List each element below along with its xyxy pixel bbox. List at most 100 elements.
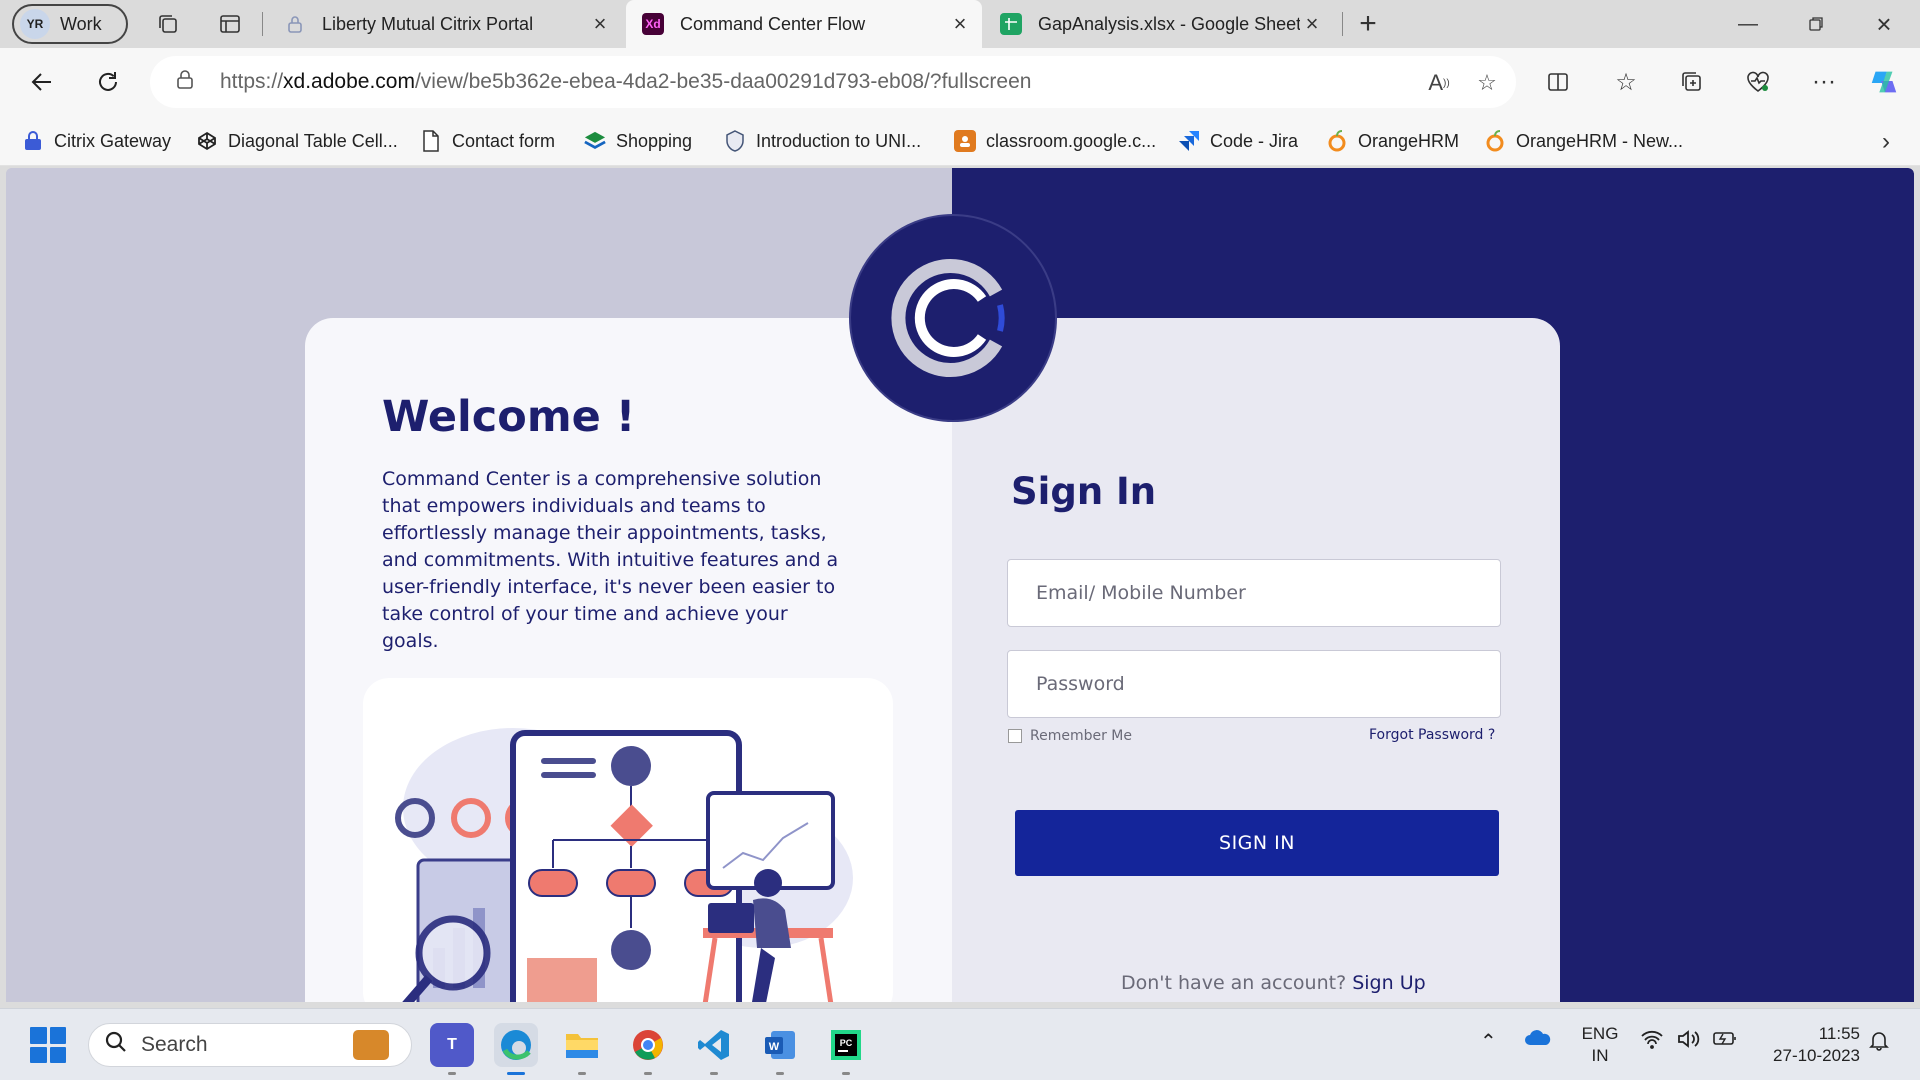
classroom-icon <box>954 130 976 152</box>
codepen-icon <box>196 130 218 152</box>
bookmark-orangehrm[interactable]: OrangeHRM <box>1326 128 1459 154</box>
chrome-icon[interactable] <box>626 1023 670 1075</box>
xd-prototype-viewport: Welcome ! Command Center is a comprehens… <box>6 168 1914 1002</box>
close-icon[interactable]: × <box>588 11 612 36</box>
briefcase-icon <box>353 1030 389 1060</box>
file-explorer-icon[interactable] <box>560 1023 604 1075</box>
copilot-icon[interactable] <box>1868 66 1900 98</box>
lock-icon <box>284 13 306 35</box>
stack-icon <box>584 130 606 152</box>
address-bar[interactable]: https://xd.adobe.com/view/be5b362e-ebea-… <box>150 56 1516 108</box>
remember-me-label: Remember Me <box>1030 728 1132 744</box>
profile-label: Work <box>60 13 102 34</box>
favorites-icon[interactable]: ☆ <box>1610 66 1642 98</box>
bookmark-label: Code - Jira <box>1210 130 1299 151</box>
bookmark-label: Contact form <box>452 130 556 151</box>
sheets-icon <box>1000 13 1022 35</box>
close-icon[interactable]: × <box>1300 11 1324 36</box>
favorite-star-icon[interactable]: ☆ <box>1472 68 1502 98</box>
signup-link[interactable]: Sign Up <box>1352 972 1425 994</box>
bookmark-diagonal-table[interactable]: Diagonal Table Cell... <box>196 128 398 154</box>
search-label: Search <box>141 1033 208 1056</box>
url-path: /view/be5b362e-ebea-4da2-be35-daa00291d7… <box>414 70 1032 93</box>
notification-bell-icon[interactable] <box>1868 1029 1890 1051</box>
minimize-icon[interactable]: — <box>1728 4 1768 44</box>
xd-icon: Xd <box>642 13 664 35</box>
system-clock[interactable]: 11:55 27-10-2023 <box>1754 1023 1860 1067</box>
profile-button[interactable]: YR Work <box>12 4 128 44</box>
bookmark-classroom[interactable]: classroom.google.c... <box>954 128 1156 154</box>
word-icon[interactable]: W <box>758 1023 802 1075</box>
windows-taskbar: Search T W PC ⌃ ENG IN 11:55 27-10-2023 <box>0 1008 1920 1080</box>
bookmark-label: Shopping <box>616 130 693 151</box>
remember-me-checkbox[interactable] <box>1008 729 1022 743</box>
bookmark-introduction-uni[interactable]: Introduction to UNI... <box>724 128 921 154</box>
bookmark-label: classroom.google.c... <box>986 130 1157 151</box>
password-field[interactable] <box>1007 650 1501 718</box>
orangehrm-icon <box>1326 130 1348 152</box>
signup-prompt: Don't have an account? Sign Up <box>1121 972 1426 994</box>
language-indicator[interactable]: ENG IN <box>1578 1023 1622 1067</box>
pycharm-icon[interactable]: PC <box>824 1023 868 1075</box>
site-info-icon[interactable] <box>176 69 200 95</box>
tab-strip: YR Work Liberty Mutual Citrix Portal × X… <box>0 0 1920 48</box>
back-icon[interactable] <box>22 62 62 102</box>
bookmark-label: Diagonal Table Cell... <box>228 130 398 151</box>
bookmark-shopping[interactable]: Shopping <box>584 128 692 154</box>
language-line1: ENG <box>1581 1024 1619 1043</box>
tab-command-center[interactable]: Xd Command Center Flow × <box>626 0 982 48</box>
signin-heading: Sign In <box>1011 470 1157 513</box>
close-window-icon[interactable]: × <box>1864 4 1904 44</box>
tab-title: Command Center Flow <box>680 13 866 34</box>
bookmark-label: OrangeHRM <box>1358 130 1460 151</box>
email-field[interactable] <box>1007 559 1501 627</box>
bookmark-citrix-gateway[interactable]: Citrix Gateway <box>22 128 171 154</box>
battery-icon[interactable] <box>1712 1029 1738 1047</box>
bookmark-contact-form[interactable]: Contact form <box>420 128 555 154</box>
wifi-icon[interactable] <box>1640 1029 1664 1049</box>
collections-icon[interactable] <box>1676 66 1708 98</box>
more-options-icon[interactable]: ··· <box>1808 66 1840 98</box>
new-tab-icon[interactable]: + <box>1354 7 1382 40</box>
citrix-icon <box>22 130 44 152</box>
signin-button[interactable]: SIGN IN <box>1015 810 1499 876</box>
forgot-password-link[interactable]: Forgot Password ? <box>1369 727 1495 743</box>
volume-icon[interactable] <box>1676 1029 1700 1049</box>
restore-icon[interactable] <box>1796 4 1836 44</box>
document-icon <box>420 130 442 152</box>
remember-me[interactable]: Remember Me <box>1008 728 1132 744</box>
language-line2: IN <box>1591 1046 1609 1065</box>
chevron-up-icon[interactable]: ⌃ <box>1480 1029 1497 1054</box>
close-icon[interactable]: × <box>948 11 972 36</box>
edge-icon[interactable] <box>494 1023 538 1075</box>
browser-toolbar: https://xd.adobe.com/view/be5b362e-ebea-… <box>0 48 1920 116</box>
signup-prompt-text: Don't have an account? <box>1121 972 1347 994</box>
profile-avatar: YR <box>20 9 50 39</box>
onedrive-icon[interactable] <box>1524 1029 1552 1047</box>
bookmark-label: Introduction to UNI... <box>756 130 922 151</box>
read-aloud-icon[interactable]: A)) <box>1424 68 1454 98</box>
taskbar-search[interactable]: Search <box>88 1023 412 1067</box>
tab-gap-analysis[interactable]: GapAnalysis.xlsx - Google Sheets × <box>984 0 1334 48</box>
teams-icon[interactable]: T <box>430 1023 474 1075</box>
search-icon <box>105 1031 127 1059</box>
bookmarks-bar: Citrix Gateway Diagonal Table Cell... Co… <box>0 116 1920 166</box>
tab-title: GapAnalysis.xlsx - Google Sheets <box>1038 13 1300 34</box>
windows-start-icon[interactable] <box>30 1027 66 1063</box>
bookmark-code-jira[interactable]: Code - Jira <box>1178 128 1298 154</box>
vertical-tabs-icon[interactable] <box>216 10 244 38</box>
shield-icon <box>724 130 746 152</box>
tab-title: Liberty Mutual Citrix Portal <box>322 13 534 34</box>
bookmark-orangehrm-new[interactable]: OrangeHRM - New... <box>1484 128 1683 154</box>
clock-date: 27-10-2023 <box>1773 1046 1860 1065</box>
tab-liberty-mutual[interactable]: Liberty Mutual Citrix Portal × <box>268 0 622 48</box>
clock-time: 11:55 <box>1818 1024 1860 1043</box>
svg-text:PC: PC <box>840 1038 853 1048</box>
refresh-icon[interactable] <box>88 62 128 102</box>
split-screen-icon[interactable] <box>1542 66 1574 98</box>
vscode-icon[interactable] <box>692 1023 736 1075</box>
bookmark-label: Citrix Gateway <box>54 130 172 151</box>
workspaces-icon[interactable] <box>154 10 182 38</box>
chevron-right-icon[interactable]: › <box>1882 128 1890 156</box>
browser-essentials-icon[interactable] <box>1742 66 1774 98</box>
